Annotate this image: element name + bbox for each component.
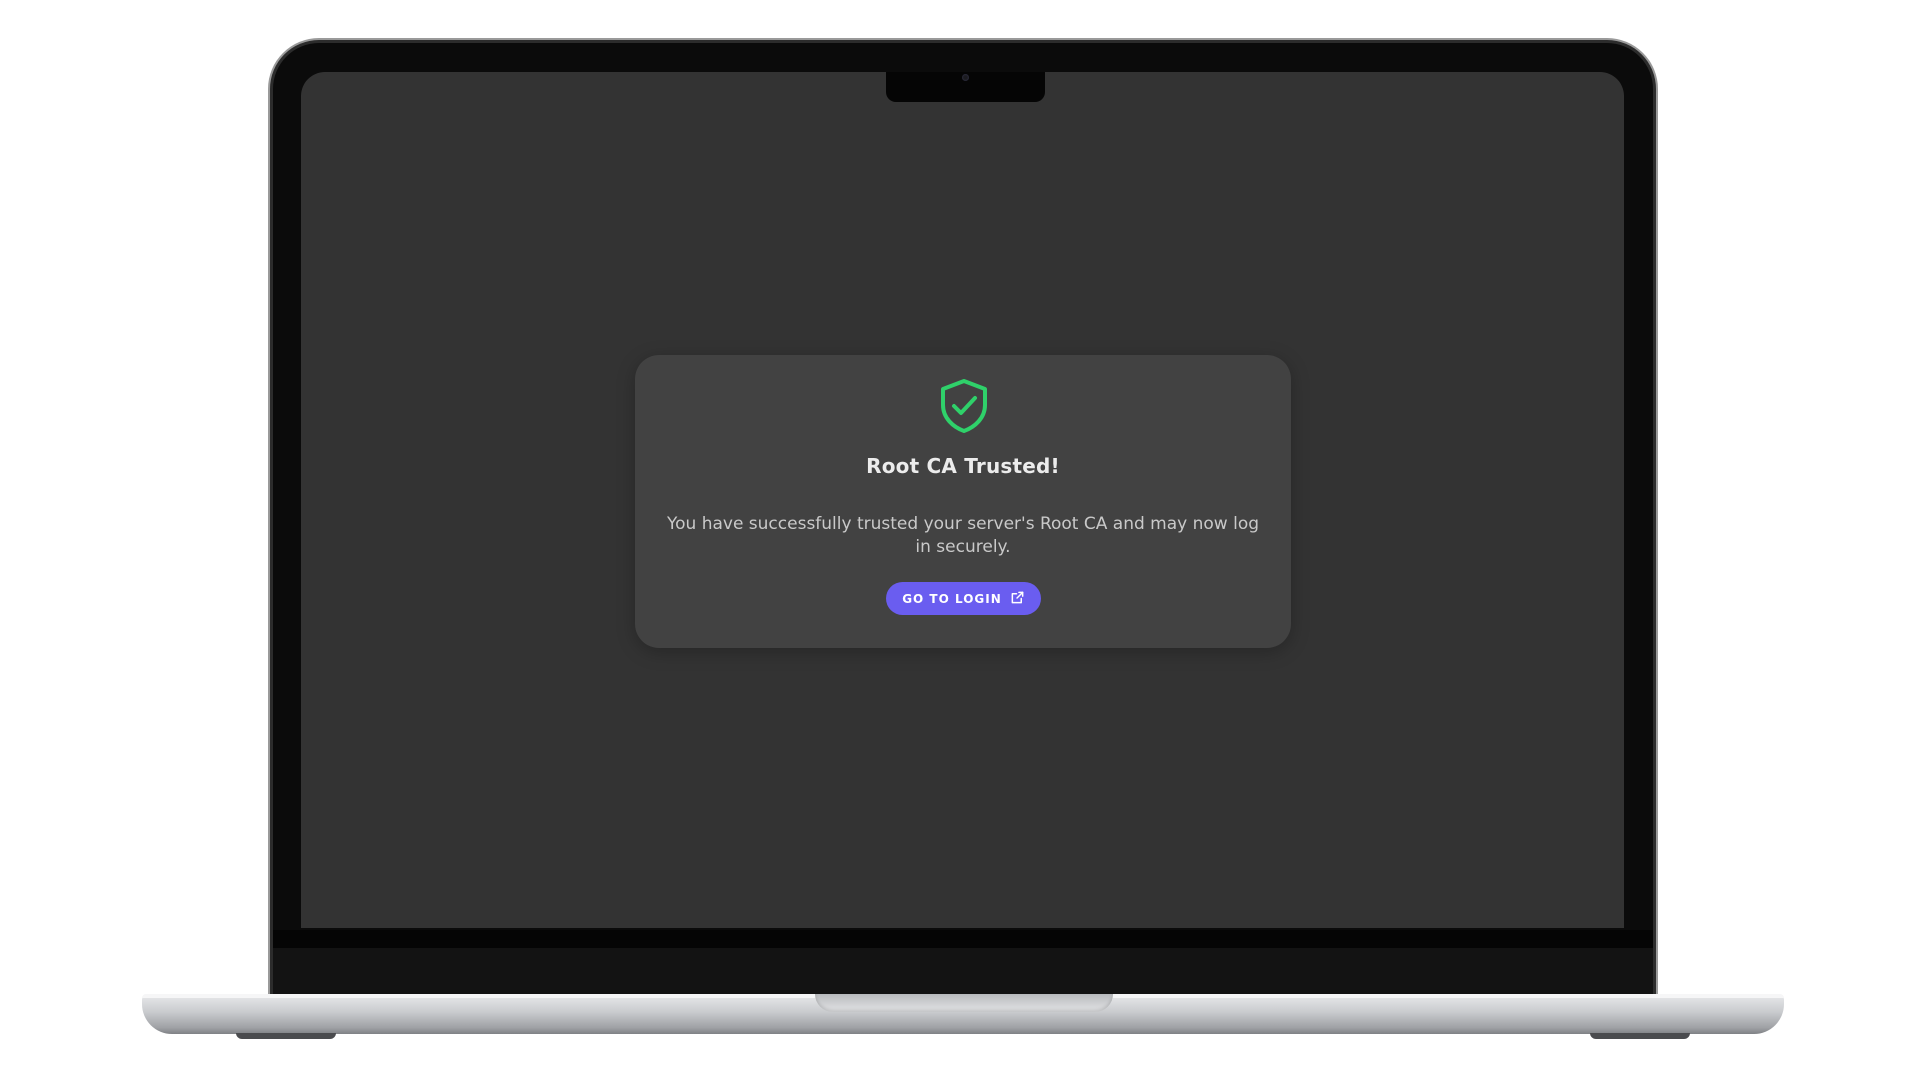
camera-icon (962, 74, 969, 81)
laptop-opening-notch (815, 994, 1113, 1012)
screen-bezel-bottom (273, 930, 1653, 950)
laptop-foot-right (1590, 1033, 1690, 1039)
go-to-login-button[interactable]: GO TO LOGIN (886, 582, 1041, 615)
external-link-icon (1010, 590, 1025, 608)
camera-notch (886, 72, 1045, 102)
shield-check-icon (939, 378, 989, 433)
laptop-foot-left (236, 1033, 336, 1039)
success-dialog: Root CA Trusted! You have successfully t… (635, 355, 1291, 648)
laptop-screen: Root CA Trusted! You have successfully t… (301, 72, 1624, 928)
go-to-login-label: GO TO LOGIN (902, 591, 1002, 606)
laptop-mockup: Root CA Trusted! You have successfully t… (0, 0, 1920, 1080)
dialog-title: Root CA Trusted! (866, 454, 1060, 478)
dialog-message: You have successfully trusted your serve… (666, 514, 1260, 557)
